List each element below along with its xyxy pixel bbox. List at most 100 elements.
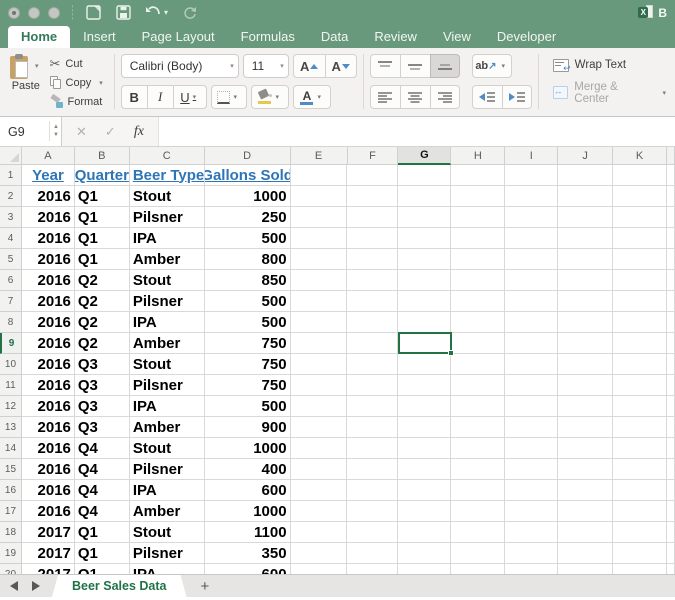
tab-formulas[interactable]: Formulas — [228, 26, 308, 48]
cell[interactable]: Stout — [129, 522, 205, 543]
cell[interactable]: 2016 — [21, 375, 75, 396]
cell[interactable]: 2016 — [21, 459, 75, 480]
cell[interactable]: Q2 — [74, 333, 130, 354]
cell[interactable] — [613, 438, 668, 459]
column-header-a[interactable]: A — [21, 147, 75, 165]
cell[interactable] — [347, 186, 399, 207]
cell[interactable] — [347, 333, 399, 354]
cell[interactable]: 250 — [204, 207, 291, 228]
cell[interactable] — [451, 564, 506, 574]
cell[interactable] — [558, 333, 614, 354]
cell[interactable]: Quarter — [74, 165, 130, 186]
row-header-9[interactable]: 9 — [0, 333, 22, 354]
cell[interactable] — [451, 333, 506, 354]
cell[interactable]: Amber — [129, 249, 205, 270]
cell[interactable] — [613, 396, 668, 417]
orientation-button[interactable]: ab↗ ▾ — [471, 54, 512, 78]
tab-data[interactable]: Data — [308, 26, 361, 48]
cell[interactable]: Q1 — [74, 207, 130, 228]
cell[interactable] — [667, 438, 675, 459]
cell[interactable] — [451, 291, 506, 312]
cell[interactable] — [451, 459, 506, 480]
borders-button[interactable]: ▾ — [210, 85, 247, 109]
row-header-17[interactable]: 17 — [0, 501, 22, 522]
cell[interactable] — [290, 522, 348, 543]
cell[interactable]: Stout — [129, 186, 205, 207]
cell[interactable] — [558, 165, 614, 186]
cell[interactable] — [451, 270, 506, 291]
cell[interactable]: 2016 — [21, 480, 75, 501]
row-header-20[interactable]: 20 — [0, 564, 22, 574]
cell[interactable] — [505, 291, 559, 312]
cell[interactable] — [290, 207, 348, 228]
cell[interactable]: Q1 — [74, 228, 130, 249]
cell[interactable]: Q4 — [74, 438, 130, 459]
cell[interactable] — [398, 480, 452, 501]
fill-color-caret-icon[interactable]: ▾ — [272, 93, 282, 101]
tab-insert[interactable]: Insert — [70, 26, 129, 48]
cell[interactable] — [451, 501, 506, 522]
cell[interactable] — [347, 165, 399, 186]
column-header-h[interactable]: H — [451, 147, 506, 165]
cell[interactable] — [613, 501, 668, 522]
cell[interactable] — [451, 186, 506, 207]
font-family-select[interactable]: Calibri (Body) ▾ — [120, 54, 239, 78]
cell[interactable] — [667, 375, 675, 396]
prev-sheet-icon[interactable] — [10, 581, 18, 591]
cell[interactable]: Amber — [129, 333, 205, 354]
cell[interactable]: 2016 — [21, 228, 75, 249]
cell[interactable]: Q1 — [74, 522, 130, 543]
cell[interactable]: IPA — [129, 396, 205, 417]
cell[interactable]: IPA — [129, 480, 205, 501]
orientation-caret-icon[interactable]: ▾ — [499, 62, 509, 70]
cell[interactable]: Stout — [129, 270, 205, 291]
cell[interactable] — [398, 375, 452, 396]
cell[interactable] — [398, 564, 452, 574]
cell[interactable] — [505, 249, 559, 270]
cell[interactable]: Q2 — [74, 291, 130, 312]
cell[interactable] — [505, 459, 559, 480]
cell[interactable] — [290, 270, 348, 291]
cell[interactable] — [613, 165, 668, 186]
row-header-1[interactable]: 1 — [0, 165, 22, 186]
cell[interactable] — [398, 354, 452, 375]
cell[interactable]: Pilsner — [129, 375, 205, 396]
cell[interactable] — [667, 207, 675, 228]
cell[interactable]: 500 — [204, 312, 291, 333]
cell[interactable]: 1000 — [204, 186, 291, 207]
cell[interactable] — [290, 438, 348, 459]
cell[interactable] — [613, 522, 668, 543]
cell[interactable]: Q3 — [74, 417, 130, 438]
cell[interactable] — [347, 375, 399, 396]
cell[interactable] — [290, 375, 348, 396]
cell[interactable] — [505, 354, 559, 375]
merge-center-caret-icon[interactable]: ▾ — [660, 89, 670, 97]
cell[interactable] — [667, 396, 675, 417]
underline-caret-icon[interactable]: ▾ — [190, 93, 200, 101]
cell[interactable] — [667, 501, 675, 522]
cell[interactable] — [505, 333, 559, 354]
cell[interactable] — [347, 312, 399, 333]
cell[interactable] — [347, 543, 399, 564]
cell[interactable] — [451, 480, 506, 501]
cell[interactable] — [505, 228, 559, 249]
cell[interactable] — [558, 312, 614, 333]
cell[interactable] — [505, 543, 559, 564]
cell[interactable] — [667, 291, 675, 312]
cell[interactable] — [667, 270, 675, 291]
cell[interactable] — [398, 270, 452, 291]
cell[interactable] — [398, 417, 452, 438]
tab-developer[interactable]: Developer — [484, 26, 569, 48]
cell[interactable] — [347, 228, 399, 249]
align-right-button[interactable] — [429, 85, 460, 109]
row-header-14[interactable]: 14 — [0, 438, 22, 459]
cell[interactable] — [505, 165, 559, 186]
fill-handle[interactable] — [448, 350, 454, 356]
row-header-12[interactable]: 12 — [0, 396, 22, 417]
align-middle-button[interactable] — [399, 54, 430, 78]
italic-button[interactable]: I — [146, 85, 173, 109]
cell[interactable]: 350 — [204, 543, 291, 564]
cell[interactable] — [451, 354, 506, 375]
cell[interactable] — [398, 291, 452, 312]
cell[interactable] — [451, 228, 506, 249]
